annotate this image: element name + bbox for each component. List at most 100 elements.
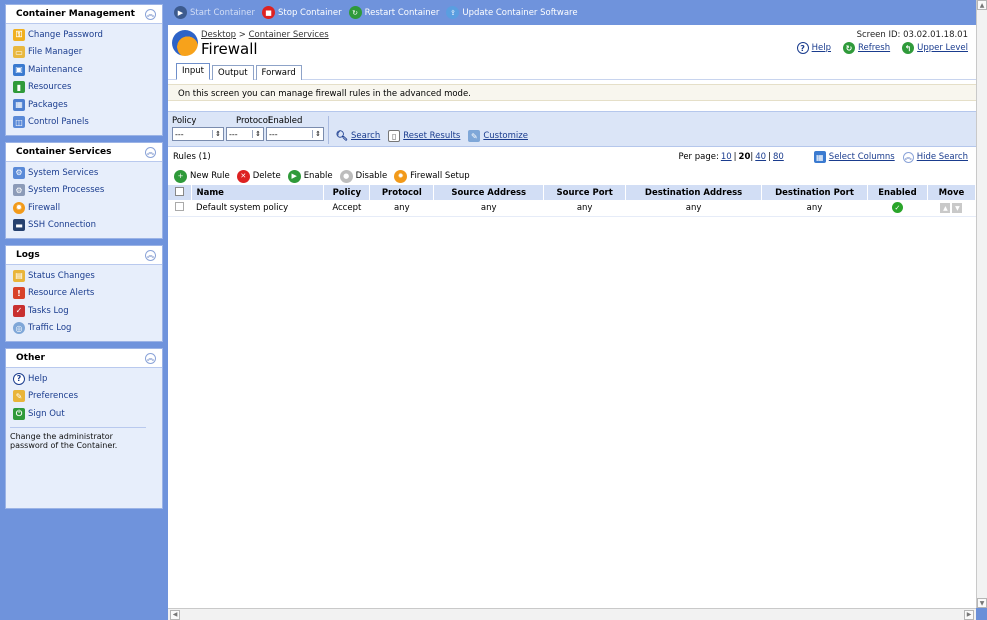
sidebar-item-label: Resource Alerts	[28, 288, 95, 299]
sidebar-item-file-manager[interactable]: ▭ File Manager	[6, 44, 162, 62]
sidebar-item-ssh-connection[interactable]: ▬ SSH Connection	[6, 217, 162, 235]
delete-button[interactable]: ✕ Delete	[236, 169, 281, 183]
move-up-icon[interactable]: ▲	[940, 203, 951, 213]
select-columns-link[interactable]: ▦ Select Columns	[813, 151, 895, 163]
disable-button[interactable]: ● Disable	[339, 169, 387, 183]
plus-icon: +	[174, 169, 187, 183]
sidebar-item-traffic-log[interactable]: ◎ Traffic Log	[6, 320, 162, 338]
panel-header[interactable]: Container Management ︽	[6, 5, 162, 24]
vertical-scrollbar[interactable]: ▲ ▼	[976, 0, 987, 608]
col-source-port[interactable]: Source Port	[543, 185, 627, 200]
delete-icon: ✕	[236, 169, 250, 183]
collapse-icon[interactable]: ︽	[145, 249, 156, 261]
rule-policy: Accept	[323, 200, 370, 217]
separator: |	[750, 152, 754, 162]
sidebar-item-label: SSH Connection	[28, 220, 96, 231]
help-link[interactable]: ? Help	[796, 42, 831, 54]
table-row[interactable]: Default system policy Accept any any any…	[168, 200, 976, 217]
chevron-updown-icon: ⇕	[212, 130, 221, 138]
sidebar-item-sign-out[interactable]: ⏻ Sign Out	[6, 405, 162, 423]
enabled-select[interactable]: --- ⇕	[266, 127, 324, 141]
start-container-button[interactable]: ▶ Start Container	[174, 6, 255, 19]
col-name[interactable]: Name	[191, 185, 325, 200]
sidebar-item-preferences[interactable]: ✎ Preferences	[6, 388, 162, 406]
tab-input[interactable]: Input	[176, 63, 211, 80]
header-links: ? Help ↻ Refresh ↰ Upper Level	[785, 42, 968, 54]
breadcrumb-container-services[interactable]: Container Services	[249, 30, 329, 40]
page-description: On this screen you can manage firewall r…	[168, 84, 976, 101]
sidebar-item-system-services[interactable]: ⚙ System Services	[6, 164, 162, 182]
sidebar-item-label: Preferences	[28, 391, 78, 402]
sidebar-item-label: Sign Out	[28, 408, 65, 419]
protocol-select[interactable]: --- ⇕	[226, 127, 264, 141]
sidebar-item-status-changes[interactable]: ▤ Status Changes	[6, 267, 162, 285]
per-page-20[interactable]: 20	[739, 152, 751, 162]
firewall-icon: ✹	[13, 201, 25, 214]
refresh-link[interactable]: ↻ Refresh	[843, 42, 890, 54]
sidebar-item-resources[interactable]: ▮ Resources	[6, 79, 162, 97]
refresh-label: Refresh	[858, 43, 891, 53]
col-destination-port[interactable]: Destination Port	[761, 185, 868, 200]
col-source-address[interactable]: Source Address	[433, 185, 545, 200]
horizontal-scrollbar[interactable]: ◀ ▶	[168, 608, 976, 620]
firewall-setup-button[interactable]: ✹ Firewall Setup	[394, 169, 470, 183]
sidebar-item-firewall[interactable]: ✹ Firewall	[6, 199, 162, 217]
sidebar-item-label: System Processes	[28, 185, 105, 196]
hide-search-link[interactable]: ︽ Hide Search	[902, 151, 968, 163]
update-software-button[interactable]: ⇪ Update Container Software	[446, 6, 578, 19]
reset-label: Reset Results	[403, 131, 461, 141]
restart-container-label: Restart Container	[364, 7, 440, 18]
upper-level-link[interactable]: ↰ Upper Level	[902, 42, 968, 54]
sidebar-item-tasks-log[interactable]: ✓ Tasks Log	[6, 302, 162, 320]
col-enabled[interactable]: Enabled	[867, 185, 928, 200]
rule-protocol: any	[369, 200, 434, 217]
search-button[interactable]: 🔍︎ Search	[336, 130, 381, 142]
collapse-icon[interactable]: ︽	[145, 146, 156, 158]
customize-button[interactable]: ✎ Customize	[468, 130, 528, 142]
rule-name[interactable]: Default system policy	[191, 200, 324, 217]
restart-container-button[interactable]: ↻ Restart Container	[348, 6, 440, 19]
tab-forward[interactable]: Forward	[255, 65, 302, 80]
enabled-value: ---	[269, 129, 278, 139]
sidebar-item-change-password[interactable]: ⚿ Change Password	[6, 26, 162, 44]
scroll-up-icon[interactable]: ▲	[977, 0, 987, 10]
stop-container-button[interactable]: ■ Stop Container	[262, 6, 342, 19]
collapse-icon[interactable]: ︽	[145, 352, 156, 364]
select-all-checkbox[interactable]	[175, 186, 185, 196]
sidebar-item-help[interactable]: ? Help	[6, 370, 162, 388]
policy-value: ---	[175, 129, 184, 139]
col-policy[interactable]: Policy	[323, 185, 371, 200]
panel-header[interactable]: Logs ︽	[6, 246, 162, 265]
panel-header[interactable]: Other ︽	[6, 349, 162, 368]
sidebar-item-resource-alerts[interactable]: ! Resource Alerts	[6, 285, 162, 303]
collapse-icon[interactable]: ︽	[145, 8, 156, 20]
per-page-80[interactable]: 80	[773, 152, 784, 162]
row-checkbox[interactable]	[175, 201, 185, 211]
sidebar-item-packages[interactable]: ▦ Packages	[6, 96, 162, 114]
per-page-40[interactable]: 40	[755, 152, 766, 162]
col-destination-address[interactable]: Destination Address	[625, 185, 763, 200]
stop-icon: ■	[262, 6, 276, 19]
rules-actions: + New Rule ✕ Delete ▶ Enable ● Disable ✹ Fire…	[168, 167, 976, 185]
scroll-left-icon[interactable]: ◀	[170, 609, 180, 620]
sidebar-item-control-panels[interactable]: ◫ Control Panels	[6, 114, 162, 132]
breadcrumb-desktop[interactable]: Desktop	[201, 30, 236, 40]
row-select-cell	[168, 200, 192, 217]
rule-move-cell: ▲ ▼	[927, 200, 976, 217]
panel-header[interactable]: Container Services ︽	[6, 143, 162, 162]
tabs: Input Output Forward	[176, 63, 304, 80]
tab-output[interactable]: Output	[212, 65, 254, 80]
reset-results-button[interactable]: ▯ Reset Results	[388, 130, 460, 142]
scroll-down-icon[interactable]: ▼	[977, 598, 987, 608]
scroll-right-icon[interactable]: ▶	[964, 609, 974, 620]
new-rule-button[interactable]: + New Rule	[174, 169, 230, 183]
select-all-cell	[168, 185, 193, 200]
sidebar-item-maintenance[interactable]: ▣ Maintenance	[6, 61, 162, 79]
sidebar-item-label: Packages	[28, 99, 68, 110]
policy-select[interactable]: --- ⇕	[172, 127, 224, 141]
enable-button[interactable]: ▶ Enable	[287, 169, 333, 183]
per-page-10[interactable]: 10	[721, 152, 732, 162]
col-protocol[interactable]: Protocol	[369, 185, 435, 200]
move-down-icon[interactable]: ▼	[952, 203, 963, 213]
sidebar-item-system-processes[interactable]: ⚙ System Processes	[6, 182, 162, 200]
